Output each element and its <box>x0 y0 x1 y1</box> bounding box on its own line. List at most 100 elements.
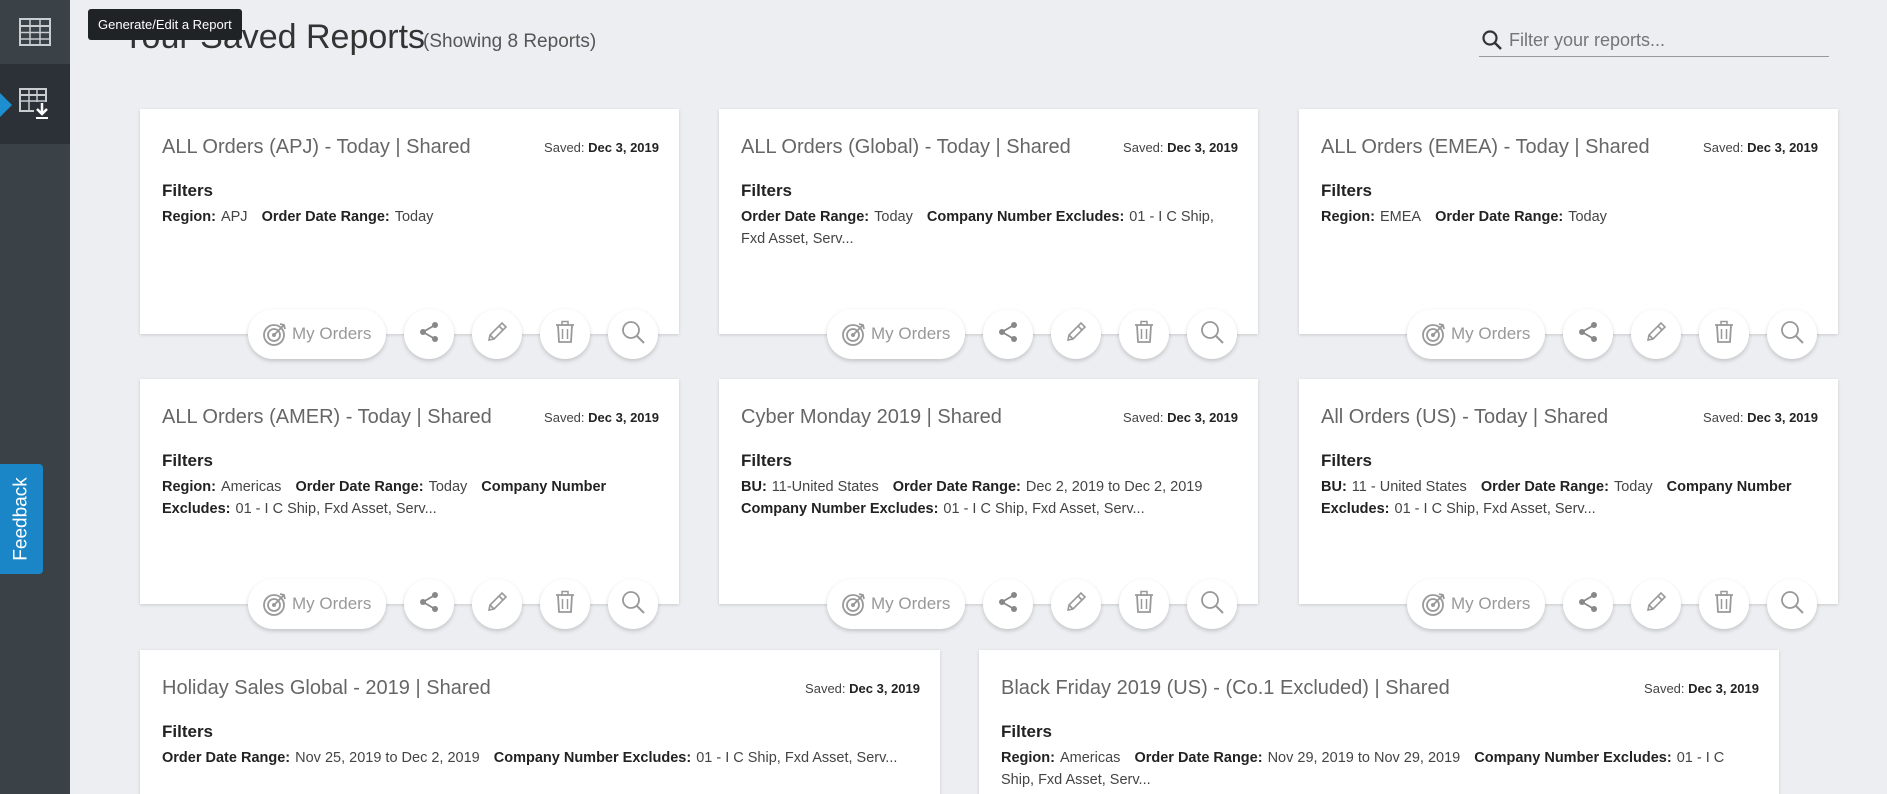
edit-button[interactable] <box>1051 309 1102 359</box>
my-orders-button[interactable]: My Orders <box>1407 309 1546 359</box>
filters-list: BU: 11-United States Order Date Range: Dec… <box>741 476 1228 520</box>
saved-date: Saved: Dec 3, 2019 <box>1123 410 1238 425</box>
share-button[interactable] <box>404 309 455 359</box>
saved-date-value: Dec 3, 2019 <box>1167 410 1238 425</box>
my-orders-label: My Orders <box>292 324 372 343</box>
delete-button[interactable] <box>1699 309 1750 359</box>
edit-button[interactable] <box>1631 309 1682 359</box>
report-actions: My Orders <box>827 309 1238 359</box>
view-button[interactable] <box>1187 579 1238 629</box>
my-orders-label: My Orders <box>871 594 951 613</box>
filter-label: Company Number Excludes: <box>1474 750 1672 766</box>
search-input[interactable] <box>1509 29 1819 51</box>
magnifier-icon <box>620 589 646 620</box>
filter-value: Americas <box>1059 750 1121 766</box>
saved-date-value: Dec 3, 2019 <box>1747 410 1818 425</box>
report-card[interactable]: ALL Orders (AMER) - Today | Shared Saved:… <box>140 379 679 604</box>
trash-icon <box>554 320 576 349</box>
saved-date-value: Dec 3, 2019 <box>1747 140 1818 155</box>
view-button[interactable] <box>1767 579 1818 629</box>
search-box <box>1479 24 1829 57</box>
my-orders-button[interactable]: My Orders <box>248 579 387 629</box>
trash-icon <box>1713 590 1735 619</box>
report-title[interactable]: Cyber Monday 2019 | Shared <box>741 406 1002 429</box>
report-actions: My Orders <box>1407 309 1818 359</box>
view-button[interactable] <box>608 309 659 359</box>
target-icon <box>841 591 867 617</box>
report-title[interactable]: ALL Orders (APJ) - Today | Shared <box>162 136 471 159</box>
my-orders-label: My Orders <box>1451 594 1531 613</box>
my-orders-button[interactable]: My Orders <box>827 309 966 359</box>
filter-label: Order Date Range: <box>1134 750 1263 766</box>
filters-heading: Filters <box>162 181 214 200</box>
pencil-icon <box>1064 590 1088 619</box>
filter-label: Company Number Excludes: <box>493 750 692 766</box>
saved-date-value: Dec 3, 2019 <box>1167 140 1238 155</box>
report-title[interactable]: ALL Orders (AMER) - Today | Shared <box>162 406 492 429</box>
magnifier-icon <box>1779 589 1805 620</box>
filter-value: Dec 2, 2019 to Dec 2, 2019 <box>1025 479 1203 495</box>
active-indicator <box>0 93 12 117</box>
filter-value: 11-United States <box>771 479 879 495</box>
report-card[interactable]: Holiday Sales Global - 2019 | Shared Save… <box>140 650 940 794</box>
share-icon <box>1577 591 1599 618</box>
saved-date-value: Dec 3, 2019 <box>849 681 920 696</box>
my-orders-button[interactable]: My Orders <box>1407 579 1546 629</box>
filters-heading: Filters <box>1321 181 1373 200</box>
edit-button[interactable] <box>472 579 523 629</box>
report-card[interactable]: ALL Orders (Global) - Today | Shared Save… <box>719 109 1258 334</box>
table-view-button[interactable] <box>0 0 70 64</box>
feedback-label: Feedback <box>10 477 32 561</box>
pencil-icon <box>485 320 509 349</box>
report-card[interactable]: ALL Orders (EMEA) - Today | Shared Saved:… <box>1299 109 1838 334</box>
view-button[interactable] <box>608 579 659 629</box>
view-button[interactable] <box>1767 309 1818 359</box>
report-count: (Showing 8 Reports) <box>423 31 597 52</box>
report-title[interactable]: All Orders (US) - Today | Shared <box>1321 406 1608 429</box>
target-icon <box>1421 591 1447 617</box>
saved-date: Saved: Dec 3, 2019 <box>1703 410 1818 425</box>
share-button[interactable] <box>983 309 1034 359</box>
report-title[interactable]: ALL Orders (EMEA) - Today | Shared <box>1321 136 1650 159</box>
share-button[interactable] <box>1563 579 1614 629</box>
report-title[interactable]: Black Friday 2019 (US) - (Co.1 Excluded)… <box>1001 677 1450 700</box>
share-button[interactable] <box>983 579 1034 629</box>
filter-value: 11 - United States <box>1351 479 1467 495</box>
share-button[interactable] <box>1563 309 1614 359</box>
share-icon <box>418 321 440 348</box>
delete-button[interactable] <box>540 579 591 629</box>
filters-heading: Filters <box>162 451 214 470</box>
filter-label: Region: <box>162 209 216 225</box>
filter-label: Order Date Range: <box>261 209 390 225</box>
report-title[interactable]: ALL Orders (Global) - Today | Shared <box>741 136 1071 159</box>
filter-value: 01 - I C Ship, Fxd Asset, Serv... <box>235 501 437 517</box>
filter-value: Nov 29, 2019 to Nov 29, 2019 <box>1267 750 1461 766</box>
report-card[interactable]: Black Friday 2019 (US) - (Co.1 Excluded)… <box>979 650 1779 794</box>
report-card[interactable]: Cyber Monday 2019 | Shared Saved: Dec 3, … <box>719 379 1258 604</box>
delete-button[interactable] <box>1699 579 1750 629</box>
filters-heading: Filters <box>162 722 214 741</box>
feedback-tab[interactable]: Feedback <box>0 464 43 574</box>
report-card[interactable]: All Orders (US) - Today | Shared Saved: D… <box>1299 379 1838 604</box>
report-card[interactable]: ALL Orders (APJ) - Today | Shared Saved: … <box>140 109 679 334</box>
my-orders-button[interactable]: My Orders <box>827 579 966 629</box>
edit-button[interactable] <box>1631 579 1682 629</box>
filter-value: Americas <box>220 479 282 495</box>
filter-label: Order Date Range: <box>892 479 1021 495</box>
report-title[interactable]: Holiday Sales Global - 2019 | Shared <box>162 677 491 700</box>
saved-date: Saved: Dec 3, 2019 <box>1703 140 1818 155</box>
edit-button[interactable] <box>472 309 523 359</box>
my-orders-label: My Orders <box>292 594 372 613</box>
delete-button[interactable] <box>1119 579 1170 629</box>
delete-button[interactable] <box>1119 309 1170 359</box>
filter-label: Order Date Range: <box>741 209 870 225</box>
edit-button[interactable] <box>1051 579 1102 629</box>
view-button[interactable] <box>1187 309 1238 359</box>
share-button[interactable] <box>404 579 455 629</box>
share-icon <box>418 591 440 618</box>
saved-date: Saved: Dec 3, 2019 <box>544 140 659 155</box>
my-orders-button[interactable]: My Orders <box>248 309 387 359</box>
delete-button[interactable] <box>540 309 591 359</box>
saved-label: Saved: <box>1123 140 1164 155</box>
filters-list: Region: EMEA Order Date Range: Today <box>1321 206 1808 228</box>
